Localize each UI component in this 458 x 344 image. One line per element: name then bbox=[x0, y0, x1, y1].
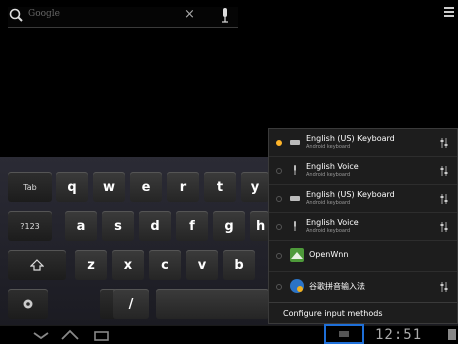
configure-label: Configure input methods bbox=[283, 309, 383, 318]
menu-icon[interactable] bbox=[444, 7, 454, 17]
key-w[interactable]: w bbox=[93, 172, 125, 202]
status-clock: 12:51 bbox=[375, 327, 423, 343]
ime-subtitle: Android keyboard bbox=[306, 228, 351, 234]
system-bar: 12:51 bbox=[0, 324, 458, 344]
ime-subtitle: Android keyboard bbox=[306, 144, 351, 150]
settings-sliders-icon[interactable] bbox=[439, 193, 449, 205]
settings-sliders-icon[interactable] bbox=[439, 165, 449, 177]
symbols-key[interactable]: ?123 bbox=[8, 211, 52, 241]
openwnn-app-icon bbox=[290, 248, 304, 262]
key-y[interactable]: y bbox=[241, 172, 269, 202]
key-t[interactable]: t bbox=[204, 172, 236, 202]
search-input[interactable]: Google bbox=[28, 9, 60, 19]
ime-name: 谷歌拼音输入法 bbox=[309, 282, 365, 291]
settings-sliders-icon[interactable] bbox=[439, 221, 449, 233]
key-z[interactable]: z bbox=[75, 250, 107, 280]
space-key[interactable] bbox=[156, 289, 269, 319]
ime-option-english-keyboard[interactable]: English (US) Keyboard Android keyboard bbox=[269, 129, 457, 157]
key-r[interactable]: r bbox=[167, 172, 199, 202]
search-icon[interactable] bbox=[8, 7, 26, 25]
ime-subtitle: Android keyboard bbox=[306, 200, 351, 206]
key-c[interactable]: c bbox=[149, 250, 181, 280]
ime-option-english-voice-2[interactable]: English Voice Android keyboard bbox=[269, 213, 457, 241]
home-icon[interactable] bbox=[60, 327, 80, 343]
ime-option-english-voice[interactable]: English Voice Android keyboard bbox=[269, 157, 457, 185]
radio-selected[interactable] bbox=[276, 140, 282, 146]
battery-icon bbox=[448, 329, 456, 340]
ime-name: English Voice bbox=[306, 162, 359, 171]
keyboard-settings-key[interactable] bbox=[8, 289, 48, 319]
ime-option-google-pinyin[interactable]: 谷歌拼音输入法 bbox=[269, 272, 457, 303]
input-method-popup: English (US) Keyboard Android keyboard E… bbox=[268, 128, 458, 324]
slash-key[interactable]: / bbox=[113, 289, 149, 319]
keyboard-icon bbox=[290, 196, 300, 201]
ime-name: English Voice bbox=[306, 218, 359, 227]
microphone-icon bbox=[294, 165, 296, 175]
ime-option-openwnn[interactable]: OpenWnn bbox=[269, 241, 457, 272]
ime-name: English (US) Keyboard bbox=[306, 134, 395, 143]
google-pinyin-app-icon bbox=[290, 279, 304, 293]
settings-sliders-icon[interactable] bbox=[439, 137, 449, 149]
radio-unselected[interactable] bbox=[276, 224, 282, 230]
ime-subtitle: Android keyboard bbox=[306, 172, 351, 178]
keyboard-icon bbox=[290, 140, 300, 145]
ime-name: English (US) Keyboard bbox=[306, 190, 395, 199]
key-x[interactable]: x bbox=[112, 250, 144, 280]
radio-unselected[interactable] bbox=[276, 253, 282, 259]
shift-icon bbox=[30, 259, 44, 271]
settings-sliders-icon[interactable] bbox=[439, 281, 449, 293]
search-bar: Google × bbox=[8, 7, 238, 28]
shift-key[interactable] bbox=[8, 250, 66, 280]
back-icon[interactable] bbox=[32, 327, 50, 343]
key-e[interactable]: e bbox=[130, 172, 162, 202]
gear-icon bbox=[23, 299, 33, 309]
radio-unselected[interactable] bbox=[276, 196, 282, 202]
ime-option-english-keyboard-2[interactable]: English (US) Keyboard Android keyboard bbox=[269, 185, 457, 213]
key-v[interactable]: v bbox=[186, 250, 218, 280]
ime-name: OpenWnn bbox=[309, 250, 349, 259]
key-a[interactable]: a bbox=[65, 211, 97, 241]
key-f[interactable]: f bbox=[176, 211, 208, 241]
tab-key[interactable]: Tab bbox=[8, 172, 52, 202]
keyboard-icon bbox=[339, 331, 349, 337]
key-g[interactable]: g bbox=[213, 211, 245, 241]
key-q[interactable]: q bbox=[56, 172, 88, 202]
input-method-switcher[interactable] bbox=[324, 324, 364, 344]
key-d[interactable]: d bbox=[139, 211, 171, 241]
radio-unselected[interactable] bbox=[276, 168, 282, 174]
microphone-icon[interactable] bbox=[220, 7, 230, 25]
key-s[interactable]: s bbox=[102, 211, 134, 241]
radio-unselected[interactable] bbox=[276, 284, 282, 290]
recent-apps-icon[interactable] bbox=[92, 327, 112, 343]
key-b[interactable]: b bbox=[223, 250, 255, 280]
key-h[interactable]: h bbox=[250, 211, 269, 241]
configure-input-methods-button[interactable]: Configure input methods bbox=[269, 305, 457, 325]
microphone-icon bbox=[294, 221, 296, 231]
clear-icon[interactable]: × bbox=[184, 7, 195, 22]
